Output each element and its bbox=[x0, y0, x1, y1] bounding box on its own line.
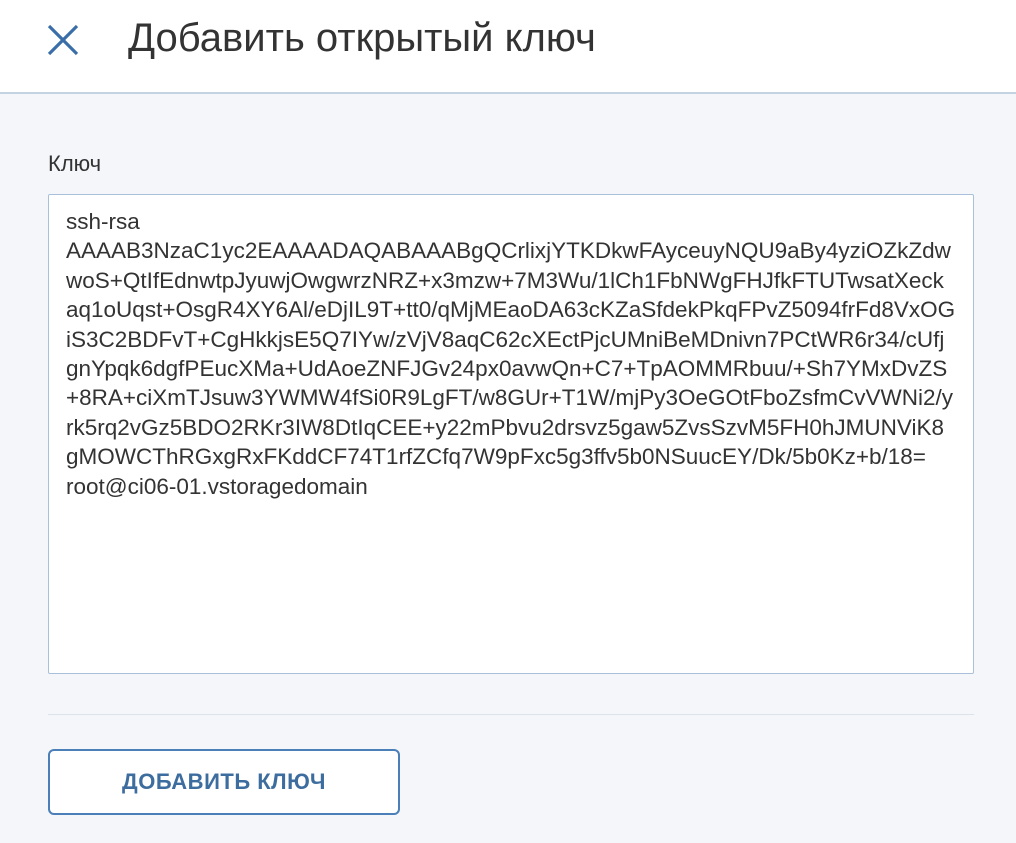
dialog-header: Добавить открытый ключ bbox=[0, 0, 1016, 94]
add-key-button[interactable]: ДОБАВИТЬ КЛЮЧ bbox=[48, 749, 400, 815]
divider bbox=[48, 714, 974, 715]
close-icon-glyph bbox=[47, 24, 79, 56]
close-icon[interactable] bbox=[44, 18, 84, 58]
key-textarea[interactable] bbox=[48, 194, 974, 674]
dialog-title: Добавить открытый ключ bbox=[128, 16, 596, 60]
dialog-body: Ключ ДОБАВИТЬ КЛЮЧ bbox=[0, 94, 1016, 843]
key-field-label: Ключ bbox=[48, 151, 102, 176]
